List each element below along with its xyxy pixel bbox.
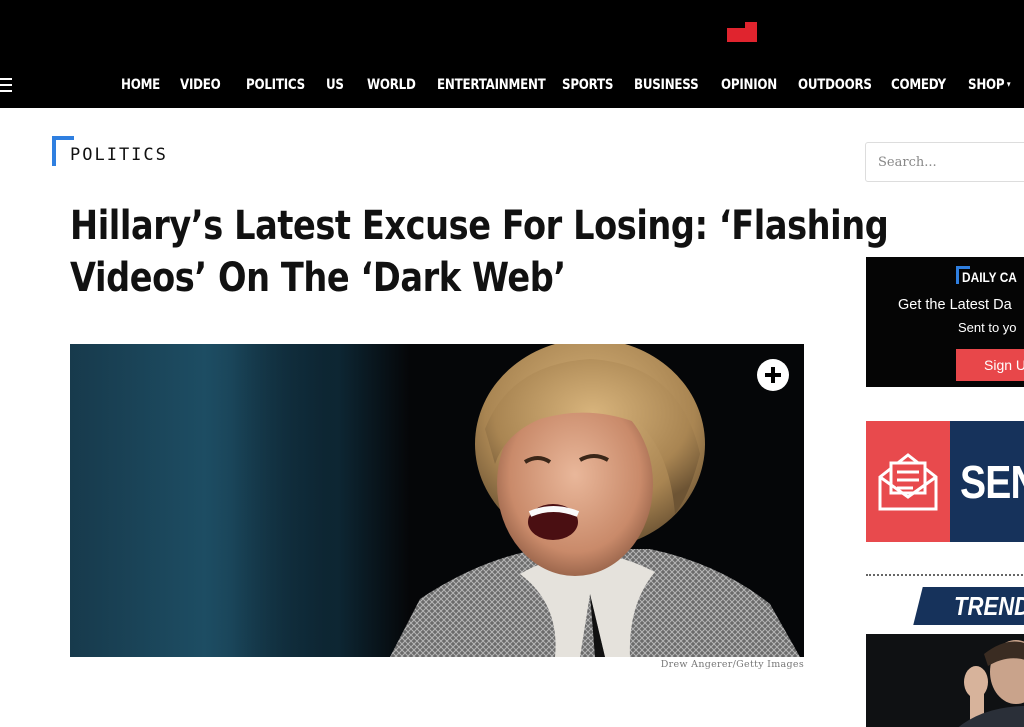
expand-image-button[interactable] <box>757 359 789 391</box>
speaker-photo <box>390 344 800 657</box>
site-header: HOME VIDEO POLITICS US WORLD ENTERTAINME… <box>0 0 1024 108</box>
site-logo[interactable] <box>727 22 757 42</box>
nav-item-business[interactable]: BUSINESS <box>634 74 699 96</box>
newsletter-headline: Get the Latest Da <box>898 297 1012 313</box>
nav-item-us[interactable]: US <box>326 74 344 96</box>
send-ad-banner[interactable]: SEN <box>866 421 1024 542</box>
nav-item-sports[interactable]: SPORTS <box>562 74 613 96</box>
photo-credit: Drew Angerer/Getty Images <box>660 659 804 670</box>
sidebar-divider <box>866 574 1024 576</box>
trending-label: TREND <box>954 591 1024 621</box>
newsletter-brand: DAILY CA <box>956 266 1024 286</box>
nav-item-entertainment[interactable]: ENTERTAINMENT <box>437 74 546 96</box>
nav-item-outdoors[interactable]: OUTDOORS <box>798 74 872 96</box>
nav-item-video[interactable]: VIDEO <box>180 74 221 96</box>
search-input[interactable] <box>865 142 1024 182</box>
newsletter-brand-text: DAILY CA <box>962 269 1017 285</box>
section-name: POLITICS <box>70 145 168 165</box>
signup-button[interactable]: Sign U <box>956 349 1024 381</box>
nav-item-politics[interactable]: POLITICS <box>246 74 305 96</box>
article-headline: Hillary’s Latest Excuse For Losing: ‘Fla… <box>70 200 889 304</box>
trending-thumbnail[interactable] <box>866 634 1024 727</box>
newsletter-box: DAILY CA Get the Latest Da Sent to yo Si… <box>866 257 1024 387</box>
headline-line-1: Hillary’s Latest Excuse For Losing: ‘Fla… <box>70 203 889 249</box>
newsletter-subline: Sent to yo <box>958 320 1017 335</box>
main-nav: HOME VIDEO POLITICS US WORLD ENTERTAINME… <box>0 74 1024 96</box>
send-ad-right-panel: SEN <box>950 421 1024 542</box>
envelope-icon <box>878 453 938 511</box>
hero-image[interactable] <box>70 344 804 657</box>
nav-item-home[interactable]: HOME <box>121 74 160 96</box>
nav-item-shop[interactable]: SHOP ▾ <box>968 74 1011 96</box>
chevron-down-icon: ▾ <box>1006 80 1011 90</box>
hero-background-shade <box>230 344 410 657</box>
trending-photo <box>866 634 1024 727</box>
nav-item-comedy[interactable]: COMEDY <box>891 74 946 96</box>
nav-item-world[interactable]: WORLD <box>367 74 416 96</box>
headline-line-2: Videos’ On The ‘Dark Web’ <box>70 255 566 301</box>
nav-item-shop-label: SHOP <box>968 77 1005 93</box>
nav-item-opinion[interactable]: OPINION <box>721 74 777 96</box>
send-ad-text: SEN <box>960 456 1024 508</box>
send-ad-left-panel <box>866 421 950 542</box>
